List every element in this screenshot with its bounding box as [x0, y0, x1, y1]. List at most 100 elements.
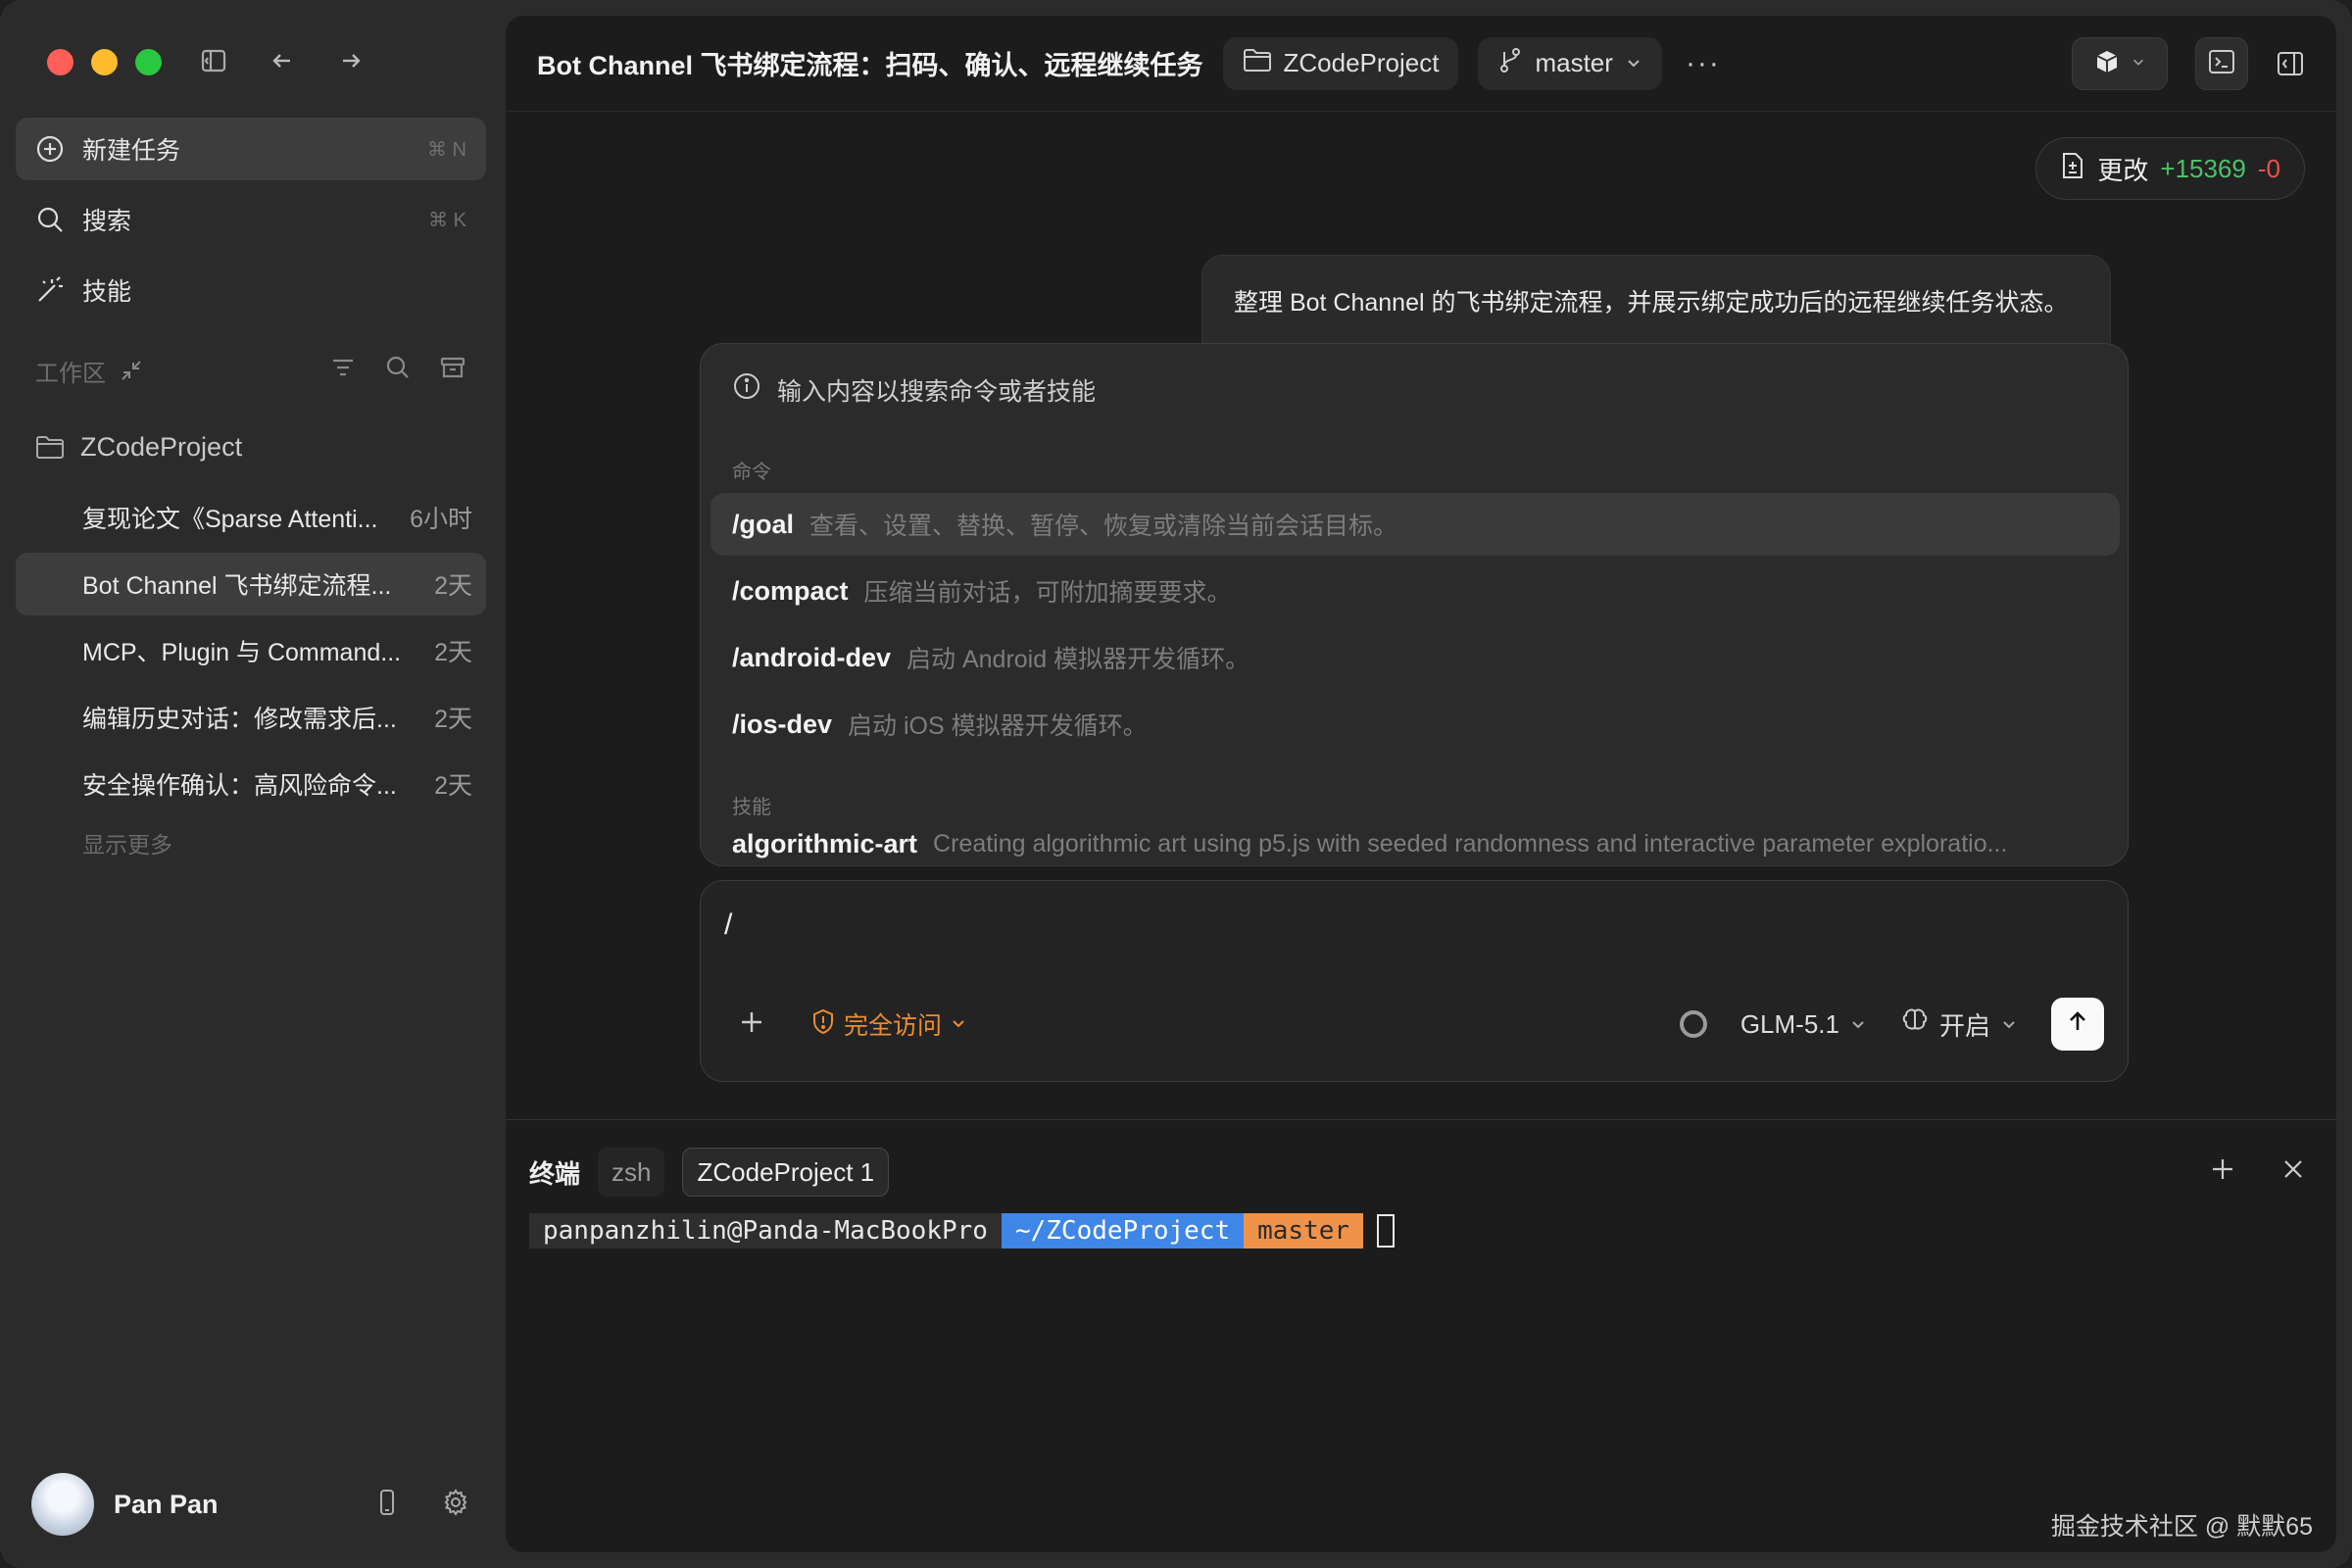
- command-item-ios-dev[interactable]: /ios-dev 启动 iOS 模拟器开发循环。: [710, 693, 2120, 756]
- topbar: Bot Channel 飞书绑定流程：扫码、确认、远程继续任务 ZCodePro…: [506, 16, 2336, 112]
- model-selector[interactable]: GLM-5.1: [1740, 1009, 1867, 1040]
- send-button[interactable]: [2051, 998, 2104, 1051]
- folder-icon: [1243, 47, 1272, 79]
- command-item-goal[interactable]: /goal 查看、设置、替换、暂停、恢复或清除当前会话目标。: [710, 493, 2120, 556]
- search-button[interactable]: 搜索 ⌘ K: [16, 188, 486, 251]
- project-selector-label: ZCodeProject: [1283, 48, 1440, 77]
- back-arrow-icon[interactable]: [267, 45, 298, 76]
- toggle-sidebar-icon[interactable]: [198, 45, 229, 76]
- sidebar-toolbar: [198, 45, 367, 76]
- branch-label: master: [1535, 48, 1613, 77]
- filter-icon[interactable]: [329, 354, 357, 388]
- task-item[interactable]: MCP、Plugin 与 Command... 2天: [16, 619, 486, 682]
- main-panel: Bot Channel 飞书绑定流程：扫码、确认、远程继续任务 ZCodePro…: [506, 16, 2336, 1552]
- collapse-icon[interactable]: [120, 359, 143, 382]
- task-title: MCP、Plugin 与 Command...: [82, 639, 402, 666]
- command-desc: 启动 iOS 模拟器开发循环。: [848, 712, 1148, 740]
- task-title: Bot Channel 飞书绑定流程...: [82, 572, 392, 600]
- palette-hint-text: 输入内容以搜索命令或者技能: [777, 377, 1097, 406]
- terminal-cursor: [1377, 1214, 1396, 1248]
- command-name: /goal: [732, 509, 795, 539]
- project-selector[interactable]: ZCodeProject: [1222, 36, 1459, 90]
- command-item-android-dev[interactable]: /android-dev 启动 Android 模拟器开发循环。: [710, 626, 2120, 689]
- skills-button[interactable]: 技能: [16, 259, 486, 321]
- avatar[interactable]: [31, 1473, 94, 1536]
- forward-arrow-icon[interactable]: [335, 45, 367, 76]
- terminal-title: 终端: [529, 1158, 581, 1189]
- palette-hint: 输入内容以搜索命令或者技能: [732, 371, 1096, 408]
- skill-item-algorithmic-art[interactable]: algorithmic-art Creating algorithmic art…: [710, 812, 2120, 875]
- task-item-active[interactable]: Bot Channel 飞书绑定流程... 2天: [16, 553, 486, 615]
- task-title: 安全操作确认：高风险命令...: [82, 772, 397, 800]
- task-time: 2天: [434, 572, 472, 600]
- context-usage-ring-icon[interactable]: [1679, 1010, 1707, 1038]
- terminal-tools: [2209, 1153, 2307, 1192]
- shield-warning-icon: [810, 1007, 836, 1042]
- task-title: 复现论文《Sparse Attenti...: [82, 506, 378, 533]
- arrow-up-icon: [2065, 1008, 2090, 1041]
- task-time: 2天: [434, 706, 472, 733]
- access-level-selector[interactable]: 完全访问: [810, 1006, 967, 1042]
- chevron-down-icon: [2131, 54, 2146, 74]
- task-time: 6小时: [410, 506, 472, 533]
- new-task-label: 新建任务: [82, 137, 181, 165]
- close-terminal-icon[interactable]: [2279, 1153, 2307, 1192]
- plus-circle-icon: [35, 133, 67, 165]
- commands-group-label: 命令: [732, 462, 771, 483]
- user-profile: Pan Pan: [31, 1472, 470, 1537]
- search-icon: [35, 204, 67, 235]
- project-folder[interactable]: ZCodeProject: [35, 427, 242, 466]
- skill-desc: Creating algorithmic art using p5.js wit…: [933, 829, 2008, 858]
- composer-right-controls: GLM-5.1 开启: [1679, 998, 2104, 1051]
- attach-plus-icon[interactable]: [738, 1004, 767, 1045]
- minimize-window-button[interactable]: [91, 49, 118, 75]
- toggle-right-panel-icon[interactable]: [2276, 49, 2305, 78]
- model-label: GLM-5.1: [1740, 1008, 1839, 1039]
- archive-icon[interactable]: [439, 354, 466, 388]
- zoom-window-button[interactable]: [135, 49, 162, 75]
- phone-icon[interactable]: [372, 1488, 402, 1522]
- command-desc: 查看、设置、替换、暂停、恢复或清除当前会话目标。: [809, 513, 1398, 540]
- terminal-tab-project[interactable]: ZCodeProject 1: [682, 1148, 890, 1197]
- settings-gear-icon[interactable]: [441, 1488, 470, 1522]
- terminal-tab-zsh[interactable]: zsh: [598, 1148, 665, 1197]
- prompt-directory: ~/ZCodeProject: [1001, 1213, 1245, 1249]
- show-more-link[interactable]: 显示更多: [82, 826, 172, 859]
- task-item[interactable]: 安全操作确认：高风险命令... 2天: [16, 753, 486, 815]
- lines-added: +15369: [2160, 153, 2246, 183]
- app-cube-icon: [2093, 48, 2121, 80]
- close-window-button[interactable]: [47, 49, 74, 75]
- workspace-search-icon[interactable]: [384, 354, 412, 388]
- new-terminal-plus-icon[interactable]: [2209, 1153, 2236, 1192]
- diff-file-icon: [2060, 151, 2085, 187]
- open-in-app-button[interactable]: [2072, 37, 2168, 90]
- new-task-shortcut: ⌘ N: [427, 138, 466, 161]
- terminal-divider[interactable]: [506, 1119, 2336, 1120]
- composer-input[interactable]: /: [724, 908, 732, 942]
- workspace-label: 工作区: [35, 360, 106, 387]
- window-controls: [47, 49, 162, 75]
- terminal-icon: [2207, 47, 2236, 81]
- terminal-toggle-button[interactable]: [2195, 37, 2248, 90]
- thinking-selector[interactable]: 开启: [1900, 1006, 2018, 1043]
- skills-label: 技能: [82, 278, 132, 306]
- new-task-button[interactable]: 新建任务 ⌘ N: [16, 118, 486, 180]
- branch-selector[interactable]: master: [1478, 36, 1662, 90]
- skill-name: algorithmic-art: [732, 828, 918, 858]
- app-window: 新建任务 ⌘ N 搜索 ⌘ K 技能 工作区 ZCodeProject 复现论文…: [0, 0, 2352, 1568]
- info-icon: [732, 371, 761, 408]
- more-options-button[interactable]: ···: [1686, 47, 1721, 80]
- task-item[interactable]: 编辑历史对话：修改需求后... 2天: [16, 686, 486, 749]
- changes-button[interactable]: 更改 +15369 -0: [2035, 137, 2305, 200]
- composer-toolbar: 完全访问 GLM-5.1 开启: [738, 997, 2104, 1052]
- command-name: /android-dev: [732, 642, 892, 672]
- access-level-label: 完全访问: [844, 1012, 943, 1040]
- task-item[interactable]: 复现论文《Sparse Attenti... 6小时: [16, 486, 486, 549]
- user-message-bubble: 整理 Bot Channel 的飞书绑定流程，并展示绑定成功后的远程继续任务状态…: [1201, 255, 2111, 343]
- search-shortcut: ⌘ K: [428, 209, 466, 231]
- command-desc: 启动 Android 模拟器开发循环。: [906, 646, 1250, 673]
- prompt-user-host: panpanzhilin@Panda-MacBookPro: [529, 1213, 1002, 1249]
- command-item-compact[interactable]: /compact 压缩当前对话，可附加摘要要求。: [710, 560, 2120, 622]
- terminal-prompt[interactable]: panpanzhilin@Panda-MacBookPro ~/ZCodePro…: [529, 1211, 1396, 1250]
- message-composer[interactable]: / 完全访问 GLM-5.1 开启: [700, 880, 2129, 1082]
